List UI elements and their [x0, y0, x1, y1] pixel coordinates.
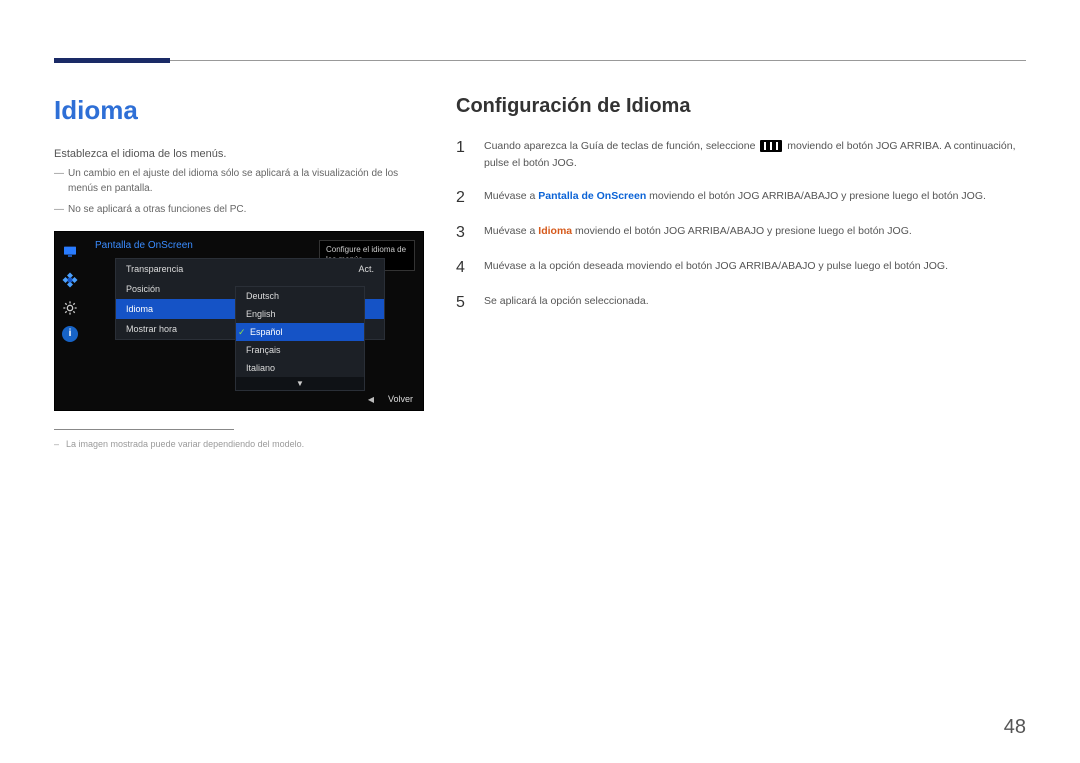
step-number: 2 — [456, 188, 470, 207]
picture-adjust-icon — [60, 270, 80, 290]
step-text: moviendo el botón JOG ARRIBA/ABAJO y pre… — [575, 225, 912, 237]
step-body: Cuando aparezca la Guía de teclas de fun… — [484, 138, 1026, 172]
lead-text: Establezca el idioma de los menús. — [54, 148, 424, 160]
chevron-down-icon: ▼ — [236, 377, 364, 390]
gear-icon — [60, 298, 80, 318]
footnote-divider — [54, 429, 234, 430]
osd-lang-italiano: Italiano — [236, 359, 364, 377]
osd-menu-label: Idioma — [126, 304, 153, 314]
step-text: Muévase a — [484, 190, 538, 202]
step-highlight: Pantalla de OnScreen — [538, 190, 646, 202]
note-language-scope: Un cambio en el ajuste del idioma sólo s… — [54, 166, 424, 196]
steps-list: 1 Cuando aparezca la Guía de teclas de f… — [456, 138, 1026, 312]
osd-language-dropdown: Deutsch English Español Français Italian… — [235, 286, 365, 391]
step-body: Muévase a Idioma moviendo el botón JOG A… — [484, 223, 912, 242]
step-number: 1 — [456, 138, 470, 172]
right-column: Configuración de Idioma 1 Cuando aparezc… — [456, 95, 1026, 451]
step-number: 5 — [456, 293, 470, 312]
step-number: 4 — [456, 258, 470, 277]
step-1: 1 Cuando aparezca la Guía de teclas de f… — [456, 138, 1026, 172]
step-text: moviendo el botón JOG ARRIBA/ABAJO y pre… — [649, 190, 986, 202]
osd-main: Pantalla de OnScreen Configure el idioma… — [85, 232, 423, 410]
osd-menu-label: Mostrar hora — [126, 324, 177, 334]
osd-screenshot: i Pantalla de OnScreen Configure el idio… — [54, 231, 424, 411]
osd-menu-label: Transparencia — [126, 264, 183, 274]
step-text: Cuando aparezca la Guía de teclas de fun… — [484, 140, 758, 152]
top-rule — [54, 60, 1026, 61]
monitor-icon — [60, 242, 80, 262]
osd-lang-english: English — [236, 305, 364, 323]
step-body: Muévase a Pantalla de OnScreen moviendo … — [484, 188, 986, 207]
osd-menu-transparencia: Transparencia Act. — [116, 259, 384, 279]
step-3: 3 Muévase a Idioma moviendo el botón JOG… — [456, 223, 1026, 242]
osd-sidebar: i — [55, 232, 85, 410]
step-2: 2 Muévase a Pantalla de OnScreen moviend… — [456, 188, 1026, 207]
page-number: 48 — [1004, 716, 1026, 739]
section-heading-idioma: Idioma — [54, 95, 424, 126]
left-column: Idioma Establezca el idioma de los menús… — [54, 95, 424, 451]
config-heading: Configuración de Idioma — [456, 95, 1026, 118]
step-highlight: Idioma — [538, 225, 572, 237]
note-pc-functions: No se aplicará a otras funciones del PC. — [54, 202, 424, 217]
osd-lang-deutsch: Deutsch — [236, 287, 364, 305]
step-body: Muévase a la opción deseada moviendo el … — [484, 258, 948, 277]
osd-footer: ◀ Volver — [368, 394, 413, 404]
step-text: Muévase a — [484, 225, 538, 237]
step-5: 5 Se aplicará la opción seleccionada. — [456, 293, 1026, 312]
osd-menu-value: Act. — [358, 264, 374, 274]
info-icon: i — [62, 326, 78, 342]
osd-lang-espanol: Español — [236, 323, 364, 341]
osd-back-label: Volver — [388, 394, 413, 404]
osd-lang-francais: Français — [236, 341, 364, 359]
step-4: 4 Muévase a la opción deseada moviendo e… — [456, 258, 1026, 277]
triangle-left-icon: ◀ — [368, 395, 374, 404]
osd-menu-label: Posición — [126, 284, 160, 294]
model-disclaimer: La imagen mostrada puede variar dependie… — [54, 438, 424, 451]
menu-icon — [760, 140, 782, 152]
step-number: 3 — [456, 223, 470, 242]
step-body: Se aplicará la opción seleccionada. — [484, 293, 649, 312]
